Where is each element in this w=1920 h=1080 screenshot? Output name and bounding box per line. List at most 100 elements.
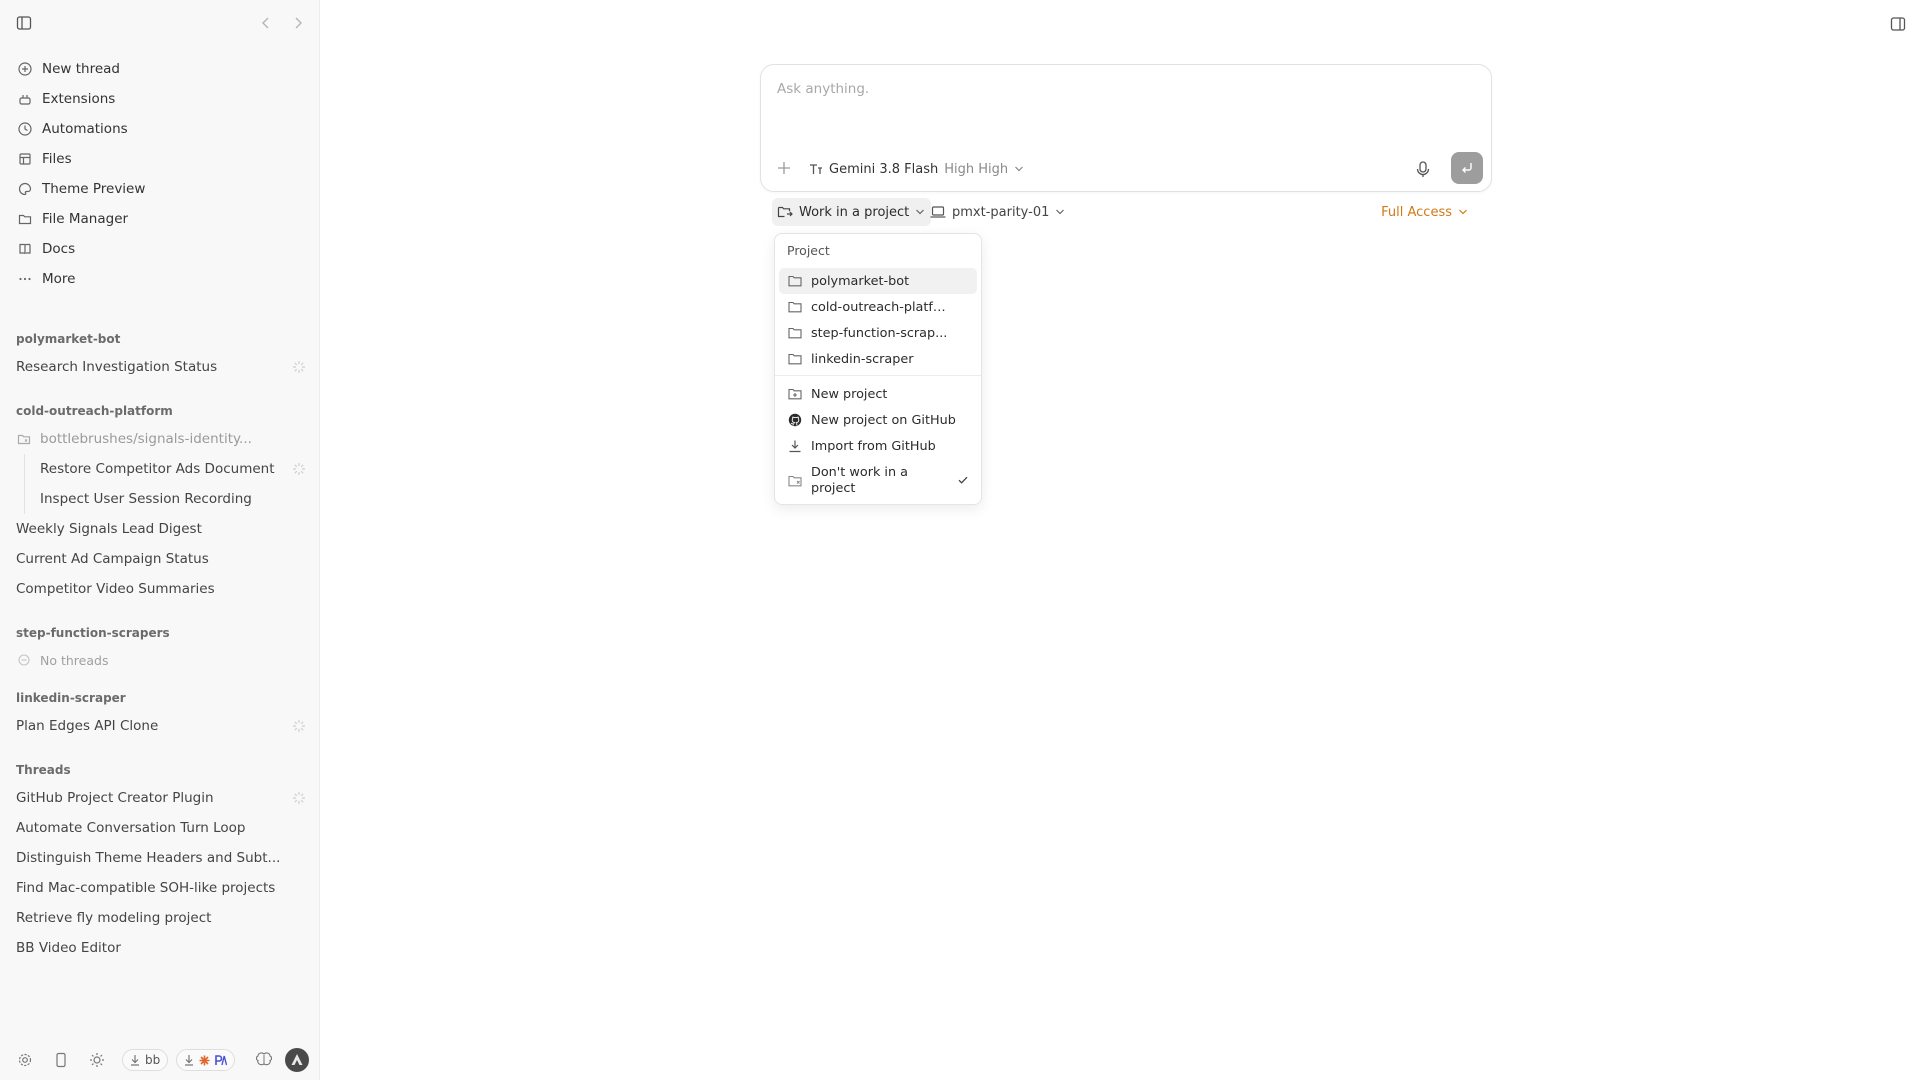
project-selector-button[interactable]: Work in a project <box>772 198 932 226</box>
project-name: step-function-scrap... <box>811 325 948 341</box>
group-title[interactable]: step-function-scrapers <box>0 620 320 646</box>
menu-divider <box>775 375 981 376</box>
chevron-down-icon <box>1055 208 1065 216</box>
thread-title: Research Investigation Status <box>16 359 218 375</box>
folder-off-icon <box>787 473 803 489</box>
nav-label: Docs <box>42 241 76 257</box>
project-selector-label: Work in a project <box>799 204 910 220</box>
composer-controls: Work in a project pmxt-parity-01 Full Ac… <box>772 198 1478 226</box>
github-icon <box>787 412 803 428</box>
nav-docs[interactable]: Docs <box>0 234 320 264</box>
files-icon <box>16 150 34 168</box>
sidebar: New thread Extensions Automations Files … <box>0 0 320 1080</box>
thread-title: Retrieve fly modeling project <box>16 910 212 926</box>
environment-selector[interactable]: pmxt-parity-01 <box>930 198 1065 226</box>
thread-item[interactable]: GitHub Project Creator Plugin <box>0 783 320 813</box>
folder-branch-icon <box>16 431 32 447</box>
plus-circle-icon <box>16 60 34 78</box>
menu-item-import-github[interactable]: Import from GitHub <box>779 433 977 459</box>
palette-icon <box>16 180 34 198</box>
menu-item-project[interactable]: linkedin-scraper <box>779 346 977 372</box>
access-level-selector[interactable]: Full Access <box>1381 198 1468 226</box>
branch-item[interactable]: bottlebrushes/signals-identity... <box>0 424 320 454</box>
chevron-down-icon <box>1458 208 1468 216</box>
thread-item[interactable]: Research Investigation Status <box>0 352 320 382</box>
thread-item[interactable]: BB Video Editor <box>0 933 320 963</box>
settings-icon[interactable] <box>14 1049 36 1071</box>
folder-plus-icon <box>787 386 803 402</box>
thread-item[interactable]: Current Ad Campaign Status <box>0 544 320 574</box>
send-button[interactable] <box>1451 152 1483 184</box>
nav-label: Theme Preview <box>42 181 146 197</box>
group-title[interactable]: linkedin-scraper <box>0 685 320 711</box>
nav-label: Files <box>42 151 72 167</box>
thread-item[interactable]: Competitor Video Summaries <box>0 574 320 604</box>
menu-item-no-project[interactable]: Don't work in a project <box>779 461 977 501</box>
clock-icon <box>16 120 34 138</box>
menu-item-new-project[interactable]: New project <box>779 381 977 407</box>
asterisk-logo-icon <box>199 1055 210 1066</box>
group-polymarket-bot: polymarket-bot Research Investigation St… <box>0 326 320 382</box>
empty-label: No threads <box>40 652 109 668</box>
sub-thread-item[interactable]: Inspect User Session Recording <box>0 484 320 514</box>
download-icon <box>787 438 803 454</box>
folder-swap-icon <box>777 205 793 219</box>
download-bb-pill[interactable]: bb <box>122 1049 169 1071</box>
menu-item-project[interactable]: cold-outreach-platfo... <box>779 294 977 320</box>
thread-item[interactable]: Find Mac-compatible SOH-like projects <box>0 873 320 903</box>
pill-label: bb <box>145 1053 161 1067</box>
menu-item-project[interactable]: step-function-scrap... <box>779 320 977 346</box>
thread-title: BB Video Editor <box>16 940 121 956</box>
phone-icon[interactable] <box>50 1049 72 1071</box>
download-icon <box>184 1054 194 1066</box>
thread-item[interactable]: Plan Edges API Clone <box>0 711 320 741</box>
nav-extensions[interactable]: Extensions <box>0 84 320 114</box>
nav-automations[interactable]: Automations <box>0 114 320 144</box>
group-title[interactable]: polymarket-bot <box>0 326 320 352</box>
reasoning-effort: High High <box>944 161 1009 177</box>
right-panel-toggle-icon[interactable] <box>1890 16 1906 32</box>
thread-item[interactable]: Weekly Signals Lead Digest <box>0 514 320 544</box>
prompt-input[interactable]: Ask anything. <box>777 81 869 97</box>
nav-more[interactable]: More <box>0 264 320 294</box>
nav-theme-preview[interactable]: Theme Preview <box>0 174 320 204</box>
microphone-icon[interactable] <box>1413 159 1433 179</box>
folder-icon <box>787 273 803 289</box>
avatar[interactable] <box>285 1048 310 1072</box>
forward-arrow-icon[interactable] <box>292 16 304 30</box>
nav-files[interactable]: Files <box>0 144 320 174</box>
nav-new-thread[interactable]: New thread <box>0 54 320 84</box>
action-label: Don't work in a project <box>811 465 909 496</box>
thread-title: Current Ad Campaign Status <box>16 551 209 567</box>
access-label: Full Access <box>1381 204 1452 220</box>
thread-item[interactable]: Distinguish Theme Headers and Subt... <box>0 843 320 873</box>
book-icon <box>16 240 34 258</box>
folder-icon <box>16 210 34 228</box>
group-cold-outreach-platform: cold-outreach-platform bottlebrushes/sig… <box>0 398 320 604</box>
group-title[interactable]: cold-outreach-platform <box>0 398 320 424</box>
back-arrow-icon[interactable] <box>260 16 272 30</box>
thread-title: Automate Conversation Turn Loop <box>16 820 246 836</box>
sidebar-top-bar <box>16 14 306 34</box>
folder-icon <box>787 325 803 341</box>
nav-file-manager[interactable]: File Manager <box>0 204 320 234</box>
group-threads: Threads GitHub Project Creator Plugin Au… <box>0 757 320 963</box>
plug-icon <box>16 90 34 108</box>
empty-circle-icon <box>16 652 32 668</box>
model-selector[interactable]: Gemini 3.8 Flash High High <box>809 159 1024 179</box>
sidebar-nav: New thread Extensions Automations Files … <box>0 54 320 294</box>
menu-item-project[interactable]: polymarket-bot <box>779 268 977 294</box>
thread-item[interactable]: Automate Conversation Turn Loop <box>0 813 320 843</box>
brain-icon[interactable] <box>253 1049 275 1071</box>
menu-item-new-project-github[interactable]: New project on GitHub <box>779 407 977 433</box>
ellipsis-icon <box>16 270 34 288</box>
sidebar-toggle-icon[interactable] <box>16 15 32 31</box>
thread-item[interactable]: Retrieve fly modeling project <box>0 903 320 933</box>
download-integrations-pill[interactable] <box>176 1049 236 1071</box>
sub-thread-item[interactable]: Restore Competitor Ads Document <box>0 454 320 484</box>
return-arrow-icon <box>1459 160 1475 176</box>
nav-label: More <box>42 271 76 287</box>
attach-plus-icon[interactable] <box>775 159 793 177</box>
sun-icon[interactable] <box>86 1049 108 1071</box>
chevron-down-icon <box>1014 165 1024 173</box>
